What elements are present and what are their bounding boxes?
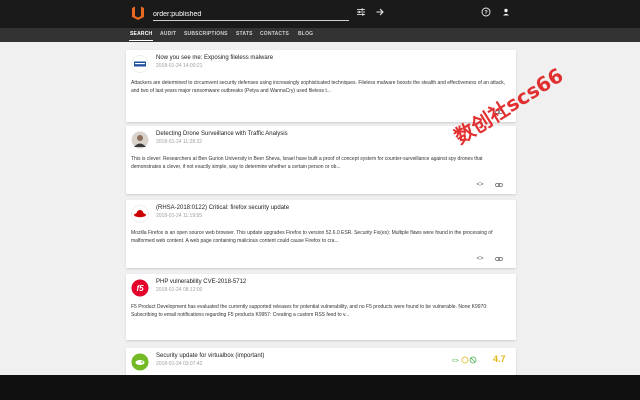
result-title[interactable]: Security update for virtualbox (importan…: [156, 353, 264, 359]
result-card: Security update for virtualbox (importan…: [126, 348, 516, 375]
code-icon[interactable]: <>: [476, 182, 484, 188]
tab-contacts[interactable]: CONTACTS: [260, 31, 289, 37]
tab-subscriptions[interactable]: SUBSCRIPTIONS: [184, 31, 228, 37]
author-avatar-icon: [131, 131, 149, 149]
svg-text:f5: f5: [136, 284, 144, 293]
help-icon[interactable]: ?: [481, 7, 491, 17]
result-title[interactable]: (RHSA-2018:0122) Critical: firefox secur…: [156, 205, 289, 211]
link-icon[interactable]: [495, 256, 503, 262]
suse-logo-icon: [131, 353, 149, 371]
nav-bar: SEARCH AUDIT SUBSCRIPTIONS STATS CONTACT…: [0, 28, 640, 42]
search-input[interactable]: [153, 5, 349, 23]
score-value: 4.7: [493, 354, 506, 364]
result-date: 2018-01-24 11:28:32: [156, 139, 203, 145]
result-date: 2018-01-24 11:19:55: [156, 213, 203, 219]
result-card: f5 PHP vulnerability CVE-2018-5712 2018-…: [126, 274, 516, 340]
svg-text:<>: <>: [452, 358, 459, 365]
result-summary: F5 Product Development has evaluated the…: [131, 304, 488, 318]
result-title[interactable]: Detecting Drone Surveillance with Traffi…: [156, 131, 288, 137]
logo-icon[interactable]: [131, 5, 145, 21]
redhat-logo-icon: [131, 205, 149, 223]
result-summary: This is clever: Researchers at Ben Gurio…: [131, 156, 483, 170]
filter-sliders-icon[interactable]: [356, 7, 366, 17]
result-date: 2018-01-24 08:12:00: [156, 287, 203, 293]
result-card: Now you see me: Exposing fileless malwar…: [126, 50, 516, 122]
result-card: (RHSA-2018:0122) Critical: firefox secur…: [126, 200, 516, 268]
result-title[interactable]: PHP vulnerability CVE-2018-5712: [156, 279, 246, 285]
svg-text:?: ?: [484, 10, 488, 16]
result-summary: Attackers are determined to circumvent s…: [131, 80, 505, 94]
code-icon[interactable]: <>: [476, 256, 484, 262]
arrow-right-icon[interactable]: [375, 7, 385, 17]
result-summary: Mozilla Firefox is an open source web br…: [131, 230, 493, 244]
result-date: 2018-01-24 14:00:21: [156, 63, 203, 69]
active-tab-indicator: [129, 40, 153, 41]
tab-audit[interactable]: AUDIT: [160, 31, 176, 37]
results-area: Now you see me: Exposing fileless malwar…: [0, 42, 640, 375]
tab-blog[interactable]: BLOG: [298, 31, 313, 37]
search-box: [153, 3, 349, 23]
tab-stats[interactable]: STATS: [236, 31, 253, 37]
f5-logo-icon: f5: [131, 279, 149, 297]
top-bar: ?: [0, 0, 640, 28]
user-icon[interactable]: [501, 7, 511, 17]
result-date: 2018-01-24 03:07:42: [156, 361, 203, 367]
link-icon[interactable]: [495, 182, 503, 188]
tab-search[interactable]: SEARCH: [130, 31, 152, 37]
microsoft-logo-icon: [131, 55, 149, 73]
bottom-strip: [0, 375, 640, 400]
result-title[interactable]: Now you see me: Exposing fileless malwar…: [156, 55, 273, 61]
score-status-icons: <>: [452, 356, 477, 365]
